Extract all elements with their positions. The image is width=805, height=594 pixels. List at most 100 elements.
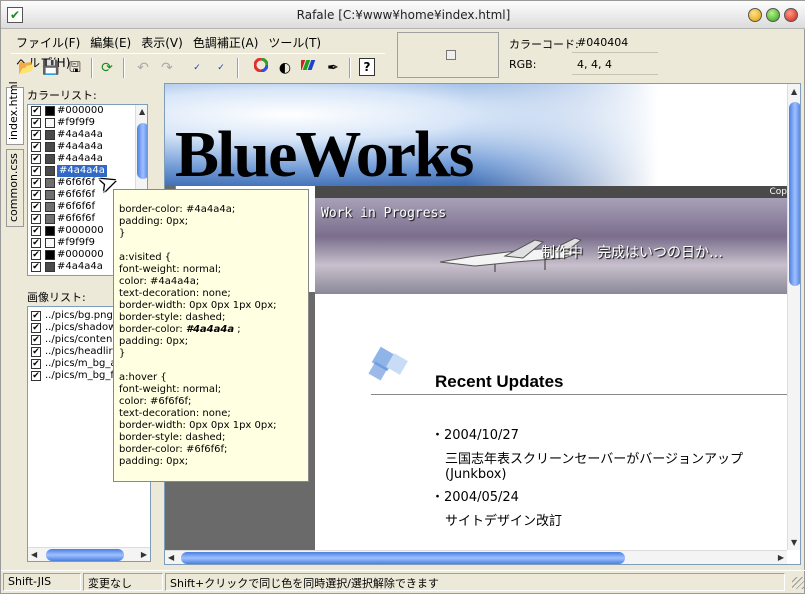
select-all-icon[interactable]: ✓	[187, 58, 207, 78]
checkbox[interactable]: ✔	[31, 262, 41, 272]
save-all-icon[interactable]: 🖫	[65, 58, 85, 78]
help-icon[interactable]: ?	[359, 58, 375, 76]
rgb-label: RGB:	[509, 58, 537, 71]
title-bar[interactable]: ✔ Rafale [C:¥www¥home¥index.html]	[1, 1, 805, 29]
open-folder-icon[interactable]: 📂	[17, 58, 37, 78]
file-tabs: index.html common.css	[5, 81, 25, 565]
image-list-label: 画像リスト:	[27, 291, 86, 304]
close-button[interactable]	[784, 8, 798, 22]
color-swatch	[45, 190, 55, 200]
preview-hscroll-thumb[interactable]	[181, 552, 625, 564]
save-icon[interactable]: 💾	[41, 58, 61, 78]
preview-vscroll-thumb[interactable]	[789, 102, 800, 286]
checkbox[interactable]: ✔	[31, 214, 41, 224]
color-hex: #f9f9f9	[57, 117, 96, 128]
color-list-item[interactable]: ✔ #4a4a4a	[28, 129, 147, 141]
palette-icon[interactable]	[297, 58, 319, 78]
menu-view[interactable]: 表示(V)	[136, 31, 188, 51]
checkbox[interactable]: ✔	[31, 142, 41, 152]
update-text[interactable]: 三国志年表スクリーンセーバーがバージョンアップ(Junkbox)	[445, 448, 787, 482]
scroll-right-icon[interactable]: ▶	[141, 550, 147, 559]
checkbox[interactable]: ✔	[31, 311, 41, 321]
scroll-up-icon[interactable]: ▲	[139, 107, 145, 116]
resize-grip-icon[interactable]	[792, 577, 804, 589]
color-list-item[interactable]: ✔ #4a4a4a	[28, 165, 147, 177]
color-hex: #4a4a4a	[57, 141, 103, 152]
checkbox[interactable]: ✔	[31, 335, 41, 345]
menu-color-adjust[interactable]: 色調補正(A)	[188, 31, 264, 51]
refresh-icon[interactable]: ⟳	[97, 58, 117, 78]
status-modified: 変更なし	[83, 573, 163, 591]
checkbox[interactable]: ✔	[31, 190, 41, 200]
undo-icon[interactable]: ↶	[133, 58, 153, 78]
color-swatch	[45, 166, 55, 176]
tooltip-highlight: #4a4a4a	[185, 324, 235, 335]
color-preview	[397, 32, 499, 78]
status-encoding: Shift-JIS	[3, 573, 81, 591]
menu-edit[interactable]: 編集(E)	[85, 31, 136, 51]
banner-caption: 制作中 完成はいつの日か…	[541, 245, 723, 261]
image-list-hscrollbar[interactable]: ◀ ▶	[28, 547, 150, 561]
scroll-up-icon[interactable]: ▲	[791, 87, 797, 96]
color-hex: #000000	[57, 249, 104, 260]
menu-tools[interactable]: ツール(T)	[263, 31, 326, 51]
checkbox[interactable]: ✔	[31, 250, 41, 260]
color-swatch	[45, 178, 55, 188]
redo-icon[interactable]: ↷	[157, 58, 177, 78]
toolbar-separator	[91, 58, 93, 78]
color-list-item[interactable]: ✔ #6f6f6f	[28, 177, 147, 189]
tooltip-highlight-prefix: border-color:	[119, 324, 186, 335]
color-list-scroll-thumb[interactable]	[137, 123, 147, 179]
minimize-button[interactable]	[748, 8, 762, 22]
checkbox[interactable]: ✔	[31, 371, 41, 381]
image-list-scroll-thumb[interactable]	[46, 549, 124, 561]
toolbar-separator	[123, 58, 125, 78]
preview-vscrollbar[interactable]: ▲ ▼	[787, 84, 800, 550]
copyright-text: Cop	[769, 187, 787, 197]
checkbox[interactable]: ✔	[31, 118, 41, 128]
app-window: ✔ Rafale [C:¥www¥home¥index.html] ファイル(F…	[0, 0, 805, 594]
color-swatch	[45, 226, 55, 236]
eyedropper-icon[interactable]: ✒	[323, 58, 343, 78]
tab-index-html[interactable]: index.html	[6, 81, 24, 145]
scroll-down-icon[interactable]: ▼	[791, 538, 797, 547]
maximize-button[interactable]	[766, 8, 780, 22]
scroll-left-icon[interactable]: ◀	[31, 550, 37, 559]
tab-common-css[interactable]: common.css	[6, 149, 24, 227]
page-header: BlueWorks	[165, 84, 787, 190]
menu-file[interactable]: ファイル(F)	[11, 31, 85, 51]
checkbox[interactable]: ✔	[31, 166, 41, 176]
checkbox[interactable]: ✔	[31, 202, 41, 212]
invert-select-icon[interactable]: ✓	[211, 58, 231, 78]
checkbox[interactable]: ✔	[31, 226, 41, 236]
color-list-item[interactable]: ✔ #4a4a4a	[28, 153, 147, 165]
color-hex: #000000	[57, 105, 104, 116]
checkbox[interactable]: ✔	[31, 106, 41, 116]
color-list-item[interactable]: ✔ #4a4a4a	[28, 141, 147, 153]
scroll-left-icon[interactable]: ◀	[168, 553, 174, 562]
menu-bar: ファイル(F) 編集(E) 表示(V) 色調補正(A) ツール(T)ヘルプ(H)	[11, 31, 385, 70]
color-list-item[interactable]: ✔ #f9f9f9	[28, 117, 147, 129]
checkbox[interactable]: ✔	[31, 178, 41, 188]
preview-hscrollbar[interactable]: ◀ ▶	[165, 550, 787, 564]
image-path: ../pics/headlir	[45, 346, 113, 357]
tooltip-highlight-suffix: ;	[234, 324, 241, 335]
color-hex: #4a4a4a	[57, 153, 103, 164]
banner: Work in Progress 制作中 完成はいつの日か…	[315, 198, 787, 294]
color-wheel-icon[interactable]	[251, 57, 271, 78]
color-code-value: #040404	[577, 36, 629, 49]
site-title: BlueWorks	[175, 118, 474, 191]
checkbox[interactable]: ✔	[31, 154, 41, 164]
scroll-right-icon[interactable]: ▶	[778, 553, 784, 562]
color-list-item[interactable]: ✔ #000000	[28, 105, 147, 117]
update-text[interactable]: サイトデザイン改訂	[445, 510, 562, 529]
updates-decoration-icon	[368, 346, 408, 381]
checkbox[interactable]: ✔	[31, 323, 41, 333]
checkbox[interactable]: ✔	[31, 359, 41, 369]
checkbox[interactable]: ✔	[31, 347, 41, 357]
status-hint: Shift+クリックで同じ色を同時選択/選択解除できます	[165, 573, 785, 591]
checkbox[interactable]: ✔	[31, 130, 41, 140]
checkbox[interactable]: ✔	[31, 238, 41, 248]
color-hex: #f9f9f9	[57, 237, 96, 248]
contrast-icon[interactable]: ◐	[275, 58, 295, 78]
